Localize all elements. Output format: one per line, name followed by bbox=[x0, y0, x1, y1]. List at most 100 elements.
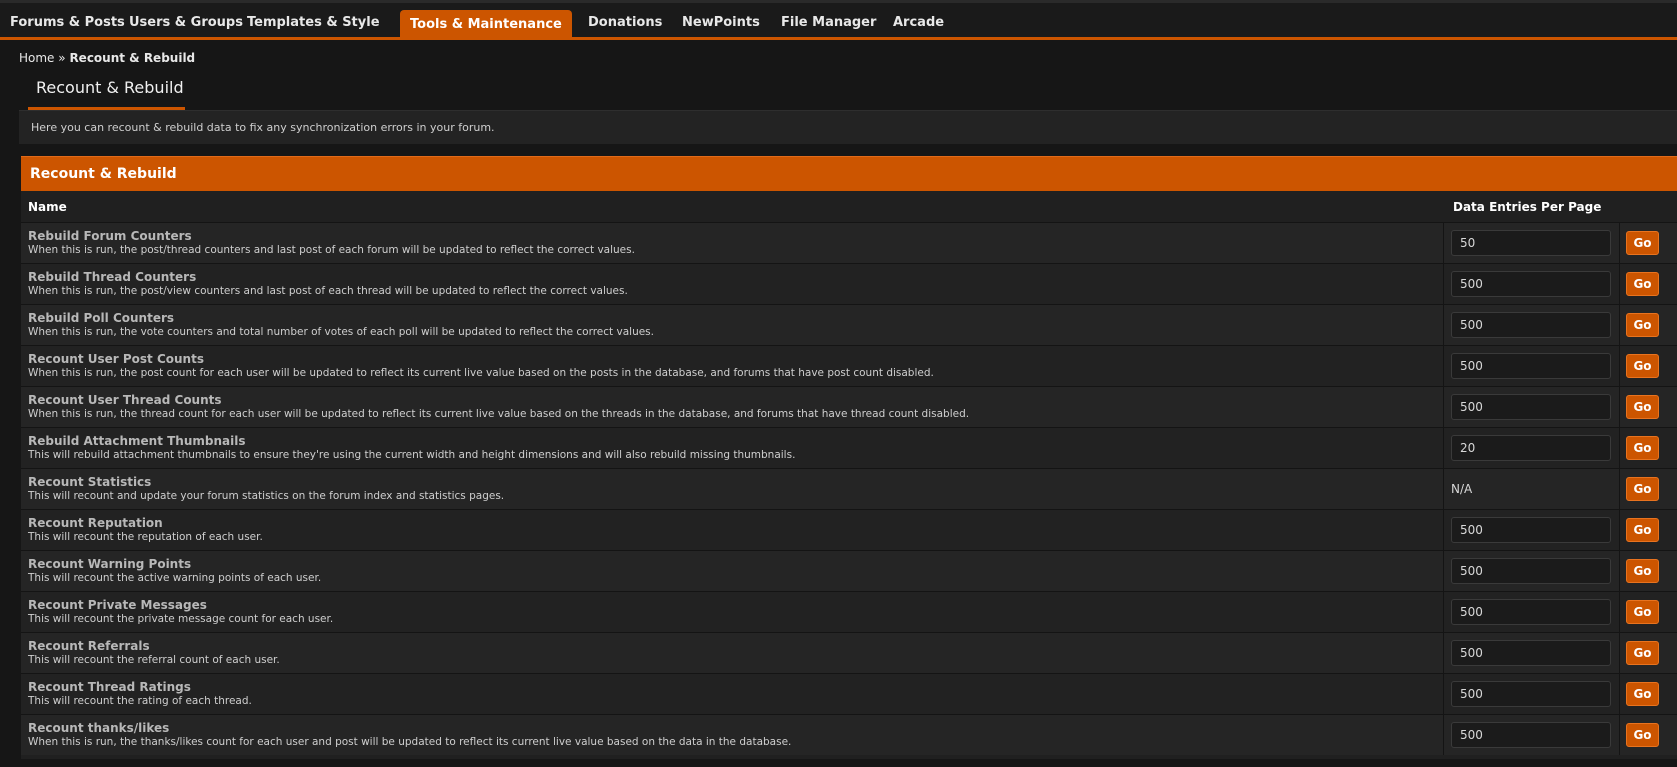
task-name: Recount thanks/likes bbox=[28, 721, 170, 735]
table-row: Recount User Post Counts When this is run… bbox=[21, 345, 1677, 386]
task-name: Recount User Thread Counts bbox=[28, 393, 222, 407]
entries-per-page-input[interactable] bbox=[1451, 517, 1611, 543]
column-divider bbox=[1619, 551, 1620, 591]
breadcrumb-current: Recount & Rebuild bbox=[69, 51, 196, 65]
page-description: Here you can recount & rebuild data to f… bbox=[31, 121, 495, 134]
column-divider bbox=[1619, 387, 1620, 427]
column-divider bbox=[1443, 428, 1444, 468]
go-button[interactable]: Go bbox=[1626, 600, 1659, 624]
column-divider bbox=[1619, 674, 1620, 714]
table-row: Rebuild Attachment Thumbnails This will r… bbox=[21, 427, 1677, 468]
entries-per-page-input[interactable] bbox=[1451, 558, 1611, 584]
entries-per-page-input[interactable] bbox=[1451, 599, 1611, 625]
column-divider bbox=[1443, 387, 1444, 427]
table-row: Recount Reputation This will recount the … bbox=[21, 509, 1677, 550]
task-name: Rebuild Attachment Thumbnails bbox=[28, 434, 246, 448]
column-divider bbox=[1443, 715, 1444, 755]
column-divider bbox=[1619, 592, 1620, 632]
table-row: Recount Referrals This will recount the r… bbox=[21, 632, 1677, 673]
go-button[interactable]: Go bbox=[1626, 518, 1659, 542]
breadcrumb: Home » Recount & Rebuild bbox=[19, 51, 195, 65]
panel-title: Recount & Rebuild bbox=[30, 166, 177, 182]
tab-arcade[interactable]: Arcade bbox=[883, 9, 954, 37]
page-description-box: Here you can recount & rebuild data to f… bbox=[19, 110, 1677, 144]
page-title: Recount & Rebuild bbox=[36, 78, 184, 97]
go-button[interactable]: Go bbox=[1626, 559, 1659, 583]
column-divider bbox=[1443, 551, 1444, 591]
task-name: Rebuild Thread Counters bbox=[28, 270, 197, 284]
go-button[interactable]: Go bbox=[1626, 272, 1659, 296]
go-button[interactable]: Go bbox=[1626, 395, 1659, 419]
tab-forums-posts[interactable]: Forums & Posts bbox=[0, 9, 135, 37]
tab-file-manager[interactable]: File Manager bbox=[771, 9, 886, 37]
task-name: Rebuild Poll Counters bbox=[28, 311, 175, 325]
entries-per-page-input[interactable] bbox=[1451, 312, 1611, 338]
tab-users-groups[interactable]: Users & Groups bbox=[119, 9, 253, 37]
task-description: When this is run, the vote counters and … bbox=[28, 326, 654, 338]
task-description: When this is run, the thanks/likes count… bbox=[28, 736, 792, 748]
task-name: Recount Statistics bbox=[28, 475, 152, 489]
table-row: Recount Private Messages This will recoun… bbox=[21, 591, 1677, 632]
go-button[interactable]: Go bbox=[1626, 436, 1659, 460]
task-description: When this is run, the thread count for e… bbox=[28, 408, 970, 420]
go-button[interactable]: Go bbox=[1626, 682, 1659, 706]
tab-tools-maintenance[interactable]: Tools & Maintenance bbox=[400, 10, 572, 40]
column-divider bbox=[1619, 346, 1620, 386]
table-row: Rebuild Forum Counters When this is run, … bbox=[21, 222, 1677, 263]
page-title-tab: Recount & Rebuild bbox=[28, 76, 185, 110]
task-description: When this is run, the post/view counters… bbox=[28, 285, 628, 297]
task-description: When this is run, the post/thread counte… bbox=[28, 244, 635, 256]
column-divider bbox=[1443, 346, 1444, 386]
task-name: Recount Referrals bbox=[28, 639, 150, 653]
table-row: Recount Warning Points This will recount … bbox=[21, 550, 1677, 591]
task-name: Recount Thread Ratings bbox=[28, 680, 191, 694]
column-divider bbox=[1443, 305, 1444, 345]
entries-per-page-input[interactable] bbox=[1451, 353, 1611, 379]
column-divider bbox=[1443, 633, 1444, 673]
go-button[interactable]: Go bbox=[1626, 231, 1659, 255]
go-button[interactable]: Go bbox=[1626, 477, 1659, 501]
entries-per-page-input[interactable] bbox=[1451, 681, 1611, 707]
table-row: Recount thanks/likes When this is run, th… bbox=[21, 714, 1677, 755]
column-divider bbox=[1619, 510, 1620, 550]
column-divider bbox=[1619, 428, 1620, 468]
column-header-entries: Data Entries Per Page bbox=[1453, 200, 1602, 214]
entries-per-page-input[interactable] bbox=[1451, 640, 1611, 666]
tab-templates-style[interactable]: Templates & Style bbox=[237, 9, 390, 37]
column-divider bbox=[1443, 264, 1444, 304]
task-name: Recount Private Messages bbox=[28, 598, 207, 612]
entries-per-page-input[interactable] bbox=[1451, 435, 1611, 461]
task-name: Recount Warning Points bbox=[28, 557, 192, 571]
entries-per-page-input[interactable] bbox=[1451, 394, 1611, 420]
column-divider bbox=[1619, 305, 1620, 345]
column-divider bbox=[1619, 633, 1620, 673]
table-row: Rebuild Poll Counters When this is run, t… bbox=[21, 304, 1677, 345]
tab-newpoints[interactable]: NewPoints bbox=[672, 9, 770, 37]
task-name: Recount Reputation bbox=[28, 516, 163, 530]
go-button[interactable]: Go bbox=[1626, 354, 1659, 378]
tab-donations[interactable]: Donations bbox=[578, 9, 672, 37]
task-name: Rebuild Forum Counters bbox=[28, 229, 192, 243]
table-row: Recount Statistics This will recount and … bbox=[21, 468, 1677, 509]
column-divider bbox=[1443, 223, 1444, 263]
column-divider bbox=[1619, 223, 1620, 263]
task-description: This will recount and update your forum … bbox=[28, 490, 505, 502]
column-divider bbox=[1619, 469, 1620, 509]
entries-per-page-input[interactable] bbox=[1451, 230, 1611, 256]
go-button[interactable]: Go bbox=[1626, 641, 1659, 665]
table-row: Rebuild Thread Counters When this is run,… bbox=[21, 263, 1677, 304]
column-divider bbox=[1443, 592, 1444, 632]
task-name: Recount User Post Counts bbox=[28, 352, 204, 366]
column-divider bbox=[1443, 510, 1444, 550]
recount-rebuild-panel: Recount & Rebuild Name Data Entries Per … bbox=[21, 156, 1677, 759]
task-list: Rebuild Forum Counters When this is run, … bbox=[21, 222, 1677, 755]
go-button[interactable]: Go bbox=[1626, 723, 1659, 747]
task-description: This will rebuild attachment thumbnails … bbox=[28, 449, 796, 461]
go-button[interactable]: Go bbox=[1626, 313, 1659, 337]
breadcrumb-home-link[interactable]: Home bbox=[19, 51, 54, 65]
entries-per-page-input[interactable] bbox=[1451, 722, 1611, 748]
task-description: This will recount the active warning poi… bbox=[28, 572, 322, 584]
entries-per-page-input[interactable] bbox=[1451, 271, 1611, 297]
table-row: Recount User Thread Counts When this is r… bbox=[21, 386, 1677, 427]
breadcrumb-separator: » bbox=[58, 51, 66, 65]
